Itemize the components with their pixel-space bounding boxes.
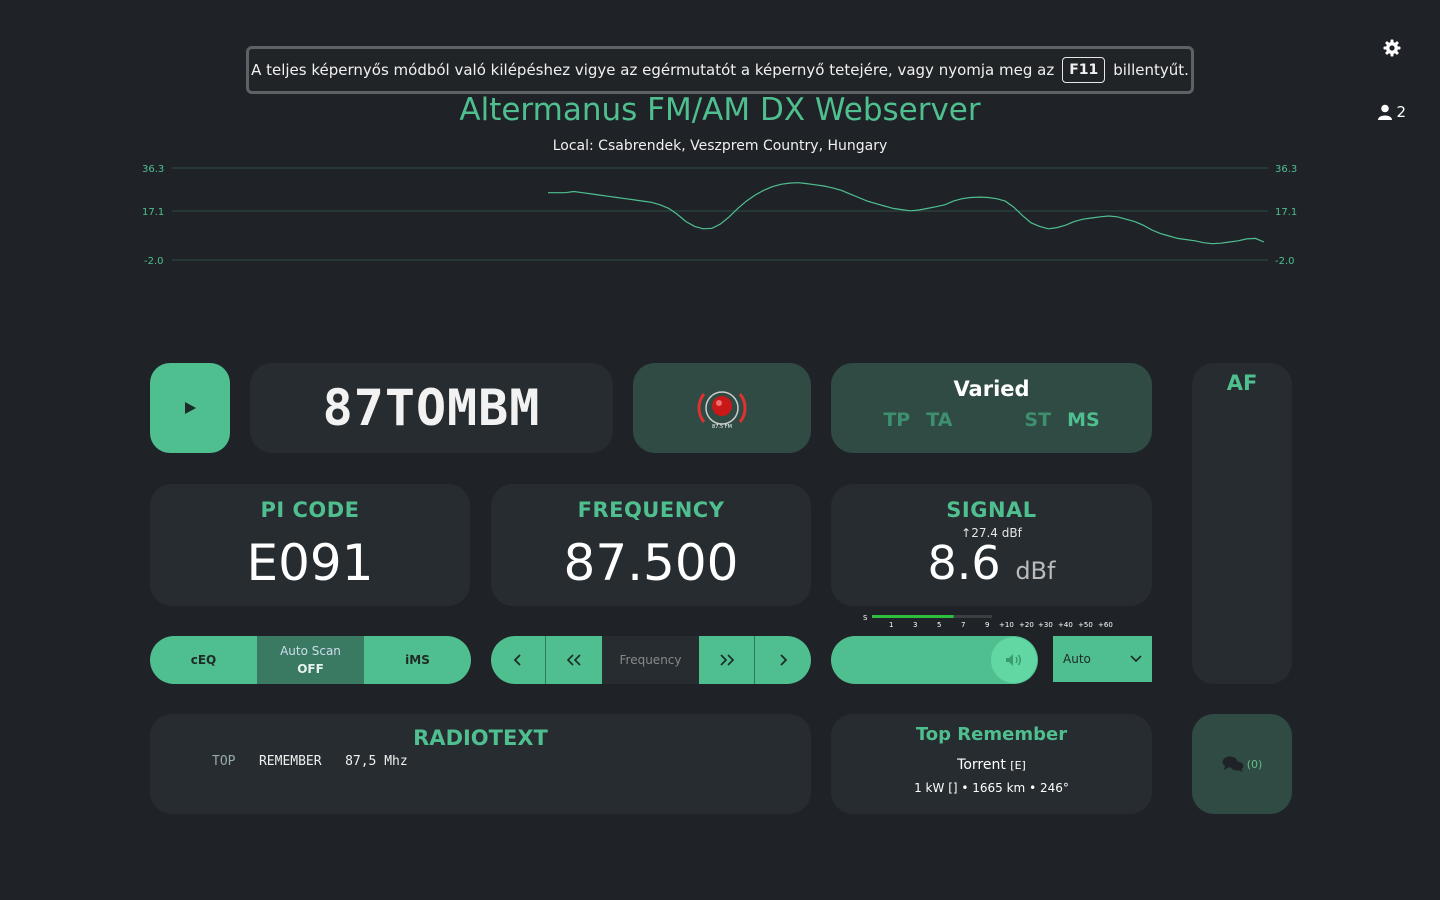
double-chevron-right-icon [719,654,734,666]
af-panel[interactable]: AF [1192,363,1292,684]
radiotext-title: RADIOTEXT [413,726,548,750]
signal-panel: SIGNAL ↑27.4 dBf 8.6 dBf [831,484,1152,606]
y-tick-left-top: 36.3 [142,164,164,175]
meter-label-p50: +50 [1078,621,1093,629]
pi-label: PI CODE [260,498,360,522]
radiotext-panel: RADIOTEXT TOP REMEMBER 87,5 Mhz [150,714,811,814]
antenna-value: Auto [1063,652,1091,666]
chat-button[interactable]: (0) [1192,714,1292,814]
chat-icon [1222,756,1244,772]
meter-label-p30: +30 [1038,621,1053,629]
audio-options-group: cEQ Auto Scan OFF iMS [150,636,471,684]
frequency-value: 87.500 [563,534,739,592]
chat-count: (0) [1246,757,1263,771]
location-subtitle: Local: Csabrendek, Veszprem Country, Hun… [552,138,888,154]
ceq-button[interactable]: cEQ [150,636,257,684]
autoscan-label: Auto Scan [280,644,341,658]
fullscreen-notice: A teljes képernyős módból való kilépéshe… [246,46,1194,94]
signal-meter: S 1 3 5 7 9 +10 +20 +30 +40 +50 +60 [863,614,1113,629]
chevron-left-icon [513,654,521,666]
volume-handle[interactable] [991,637,1037,683]
signal-history-chart: 36.3 17.1 -2.0 36.3 17.1 -2.0 [142,164,1297,267]
y-tick-left-mid: 17.1 [142,207,164,218]
transmitter-info: 1 kW [] • 1665 km • 246° [914,781,1069,795]
logo-text: 87.5 FM [712,424,732,430]
radiotext-segment-3: 87,5 Mhz [345,754,408,769]
meter-fill [872,615,954,618]
volume-slider[interactable] [831,636,1038,684]
meter-label-p60: +60 [1098,621,1113,629]
transmitter-itu: [E] [1010,759,1026,772]
ims-button[interactable]: iMS [364,636,471,684]
meter-label-1: 1 [889,621,893,629]
ps-name: 87TOMBM [250,363,613,453]
play-button[interactable] [150,363,230,453]
page-title: Altermanus FM/AM DX Webserver [459,92,981,128]
meter-label-9: 9 [985,621,989,629]
y-tick-left-bottom: -2.0 [144,256,164,267]
frequency-label: FREQUENCY [577,498,725,522]
step-up-button[interactable] [755,636,811,684]
chevron-down-icon [1130,655,1142,663]
speaker-icon [1006,654,1021,666]
notice-suffix: billentyűt. [1113,61,1189,79]
radiotext-segment-1: TOP [212,754,236,769]
meter-label-s: S [863,614,868,622]
ta-flag: TA [926,409,953,431]
frequency-input[interactable]: Frequency [602,636,699,684]
meter-label-p10: +10 [999,621,1014,629]
tuning-controls: Frequency [491,636,811,684]
station-logo-icon: 87.5 FM [697,391,747,430]
autoscan-button[interactable]: Auto Scan OFF [257,636,364,684]
af-title: AF [1226,371,1258,395]
chevron-right-icon [780,654,788,666]
y-tick-right-mid: 17.1 [1275,207,1297,218]
frequency-panel[interactable]: FREQUENCY 87.500 [491,484,811,606]
pty-panel: Varied TP TA ST MS [831,363,1152,453]
autoscan-state: OFF [297,662,324,676]
tp-flag: TP [883,409,911,431]
transmitter-city-row: Torrent [E] [831,757,1152,773]
pty-name: Varied [953,377,1030,401]
signal-value: 8.6 [927,536,1001,590]
pi-value: E091 [246,534,374,592]
ms-flag: MS [1067,409,1100,431]
signal-unit: dBf [1015,557,1056,585]
station-logo: 87.5 FM [633,363,811,453]
step-down-button[interactable] [491,636,546,684]
signal-label: SIGNAL [946,498,1037,522]
y-tick-right-bottom: -2.0 [1275,256,1295,267]
meter-label-p40: +40 [1058,621,1073,629]
st-flag: ST [1024,409,1052,431]
y-tick-right-top: 36.3 [1275,164,1297,175]
notice-text: A teljes képernyős módból való kilépéshe… [251,61,1055,79]
radiotext-segment-2: REMEMBER [258,754,322,769]
meter-label-3: 3 [913,621,917,629]
transmitter-city: Torrent [957,757,1006,773]
signal-value-row: 8.6 dBf [831,536,1152,590]
transmitter-name: Top Remember [915,724,1068,745]
double-chevron-left-icon [566,654,581,666]
radiotext-line: TOP REMEMBER 87,5 Mhz [212,754,811,769]
signal-series-line [548,182,1265,245]
meter-label-7: 7 [961,621,965,629]
meter-label-5: 5 [937,621,941,629]
meter-label-p20: +20 [1019,621,1034,629]
settings-gear-icon[interactable] [1382,38,1402,58]
seek-down-button[interactable] [546,636,602,684]
pi-code-panel: PI CODE E091 [150,484,470,606]
seek-up-button[interactable] [699,636,755,684]
transmitter-panel: Top Remember Torrent [E] 1 kW [] • 1665 … [831,714,1152,814]
f11-key: F11 [1062,57,1106,83]
antenna-select[interactable]: Auto [1053,636,1152,682]
play-icon [185,402,196,414]
